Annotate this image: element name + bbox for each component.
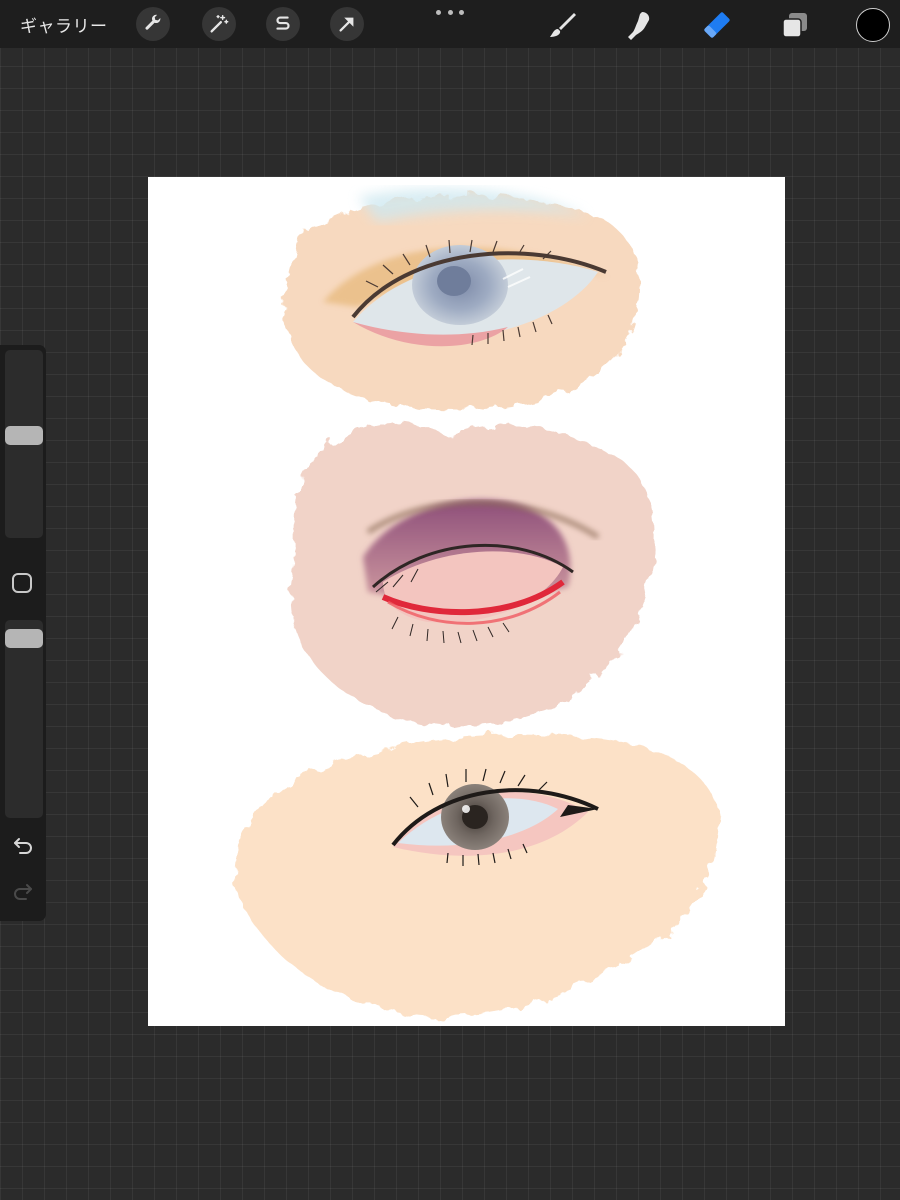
left-sidebar xyxy=(0,345,46,921)
wrench-icon xyxy=(145,14,161,30)
brush-tool-button[interactable] xyxy=(545,8,579,42)
eye-sketch-middle-closed xyxy=(290,422,655,726)
color-picker-button[interactable] xyxy=(856,8,890,42)
selection-button[interactable] xyxy=(266,7,300,41)
more-options-button[interactable] xyxy=(436,10,464,20)
smudge-tool-button[interactable] xyxy=(622,8,656,42)
transform-button[interactable] xyxy=(330,7,364,41)
smudge-finger-icon xyxy=(628,12,650,40)
brush-icon xyxy=(550,13,576,37)
selection-s-icon xyxy=(276,16,290,30)
arrow-cursor-icon xyxy=(339,17,354,32)
top-toolbar: ギャラリー xyxy=(0,0,900,48)
eye-sketch-top xyxy=(283,188,640,410)
layers-icon xyxy=(782,13,807,38)
actions-button[interactable] xyxy=(136,7,170,41)
brush-size-handle[interactable] xyxy=(5,426,43,446)
eraser-icon xyxy=(704,12,730,38)
adjustments-button[interactable] xyxy=(202,7,236,41)
gallery-button[interactable]: ギャラリー xyxy=(20,12,108,37)
opacity-handle[interactable] xyxy=(5,628,43,648)
ellipsis-icon xyxy=(436,10,441,15)
drawing-canvas[interactable] xyxy=(148,177,785,1026)
eye-sketch-bottom xyxy=(235,733,720,1016)
opacity-slider[interactable] xyxy=(5,620,43,818)
redo-arrow-icon xyxy=(14,884,32,900)
layers-button[interactable] xyxy=(778,8,812,42)
redo-button[interactable] xyxy=(10,879,36,905)
undo-arrow-icon xyxy=(14,838,32,854)
eraser-tool-button[interactable] xyxy=(700,8,734,42)
undo-button[interactable] xyxy=(10,833,36,859)
artwork xyxy=(235,188,720,1016)
modify-button[interactable] xyxy=(12,573,32,593)
magic-wand-icon xyxy=(210,15,229,33)
